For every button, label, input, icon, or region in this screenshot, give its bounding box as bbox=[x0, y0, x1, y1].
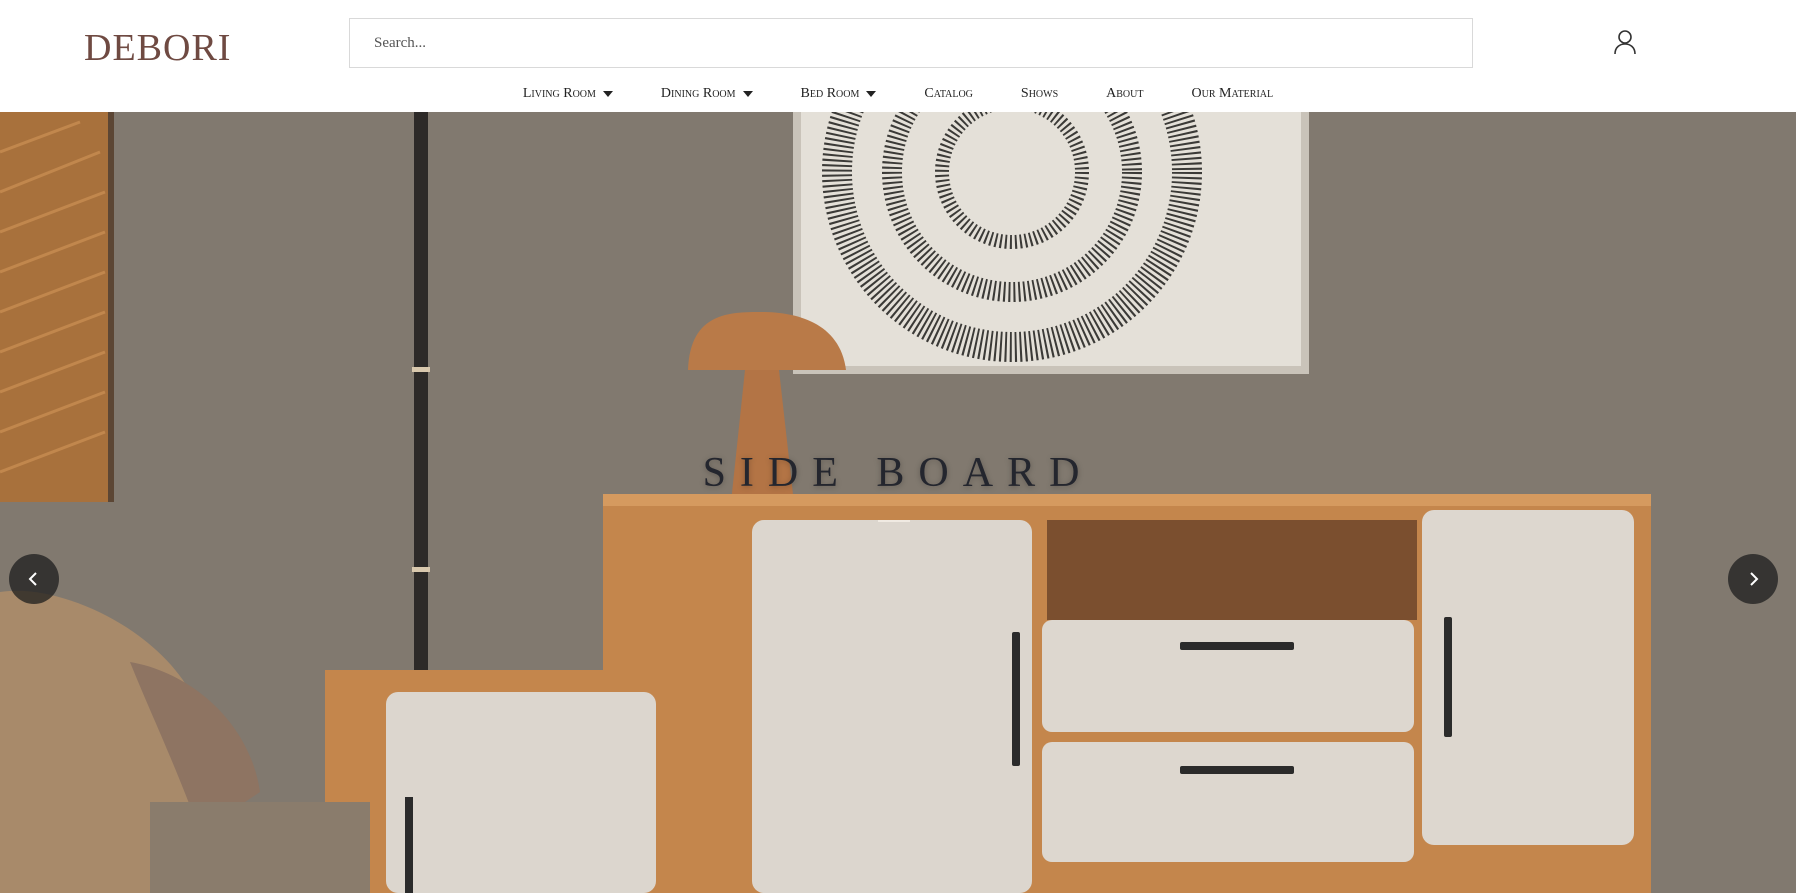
nav-item-label: Bed Room bbox=[800, 86, 860, 101]
nav-item-living-room[interactable]: Living Room bbox=[499, 82, 637, 106]
nav-item-label: Shows bbox=[1020, 86, 1059, 101]
nav-item-label: Dining Room bbox=[660, 86, 736, 101]
user-icon bbox=[1614, 30, 1636, 55]
nav-item-label: Living Room bbox=[522, 86, 596, 101]
nav-item-catalog[interactable]: Catalog bbox=[900, 82, 997, 106]
nav-item-dining-room[interactable]: Dining Room bbox=[637, 82, 777, 106]
search-input[interactable] bbox=[350, 19, 1472, 67]
hero-image bbox=[0, 112, 1796, 893]
nav-item-label: About bbox=[1106, 86, 1144, 101]
hero-slider: SIDE BOARD bbox=[0, 112, 1796, 893]
prev-slide-button[interactable] bbox=[9, 554, 59, 604]
brand-logo[interactable]: DEBORI bbox=[84, 28, 231, 68]
site-header: DEBORI Living Room Dining Room Bed Room … bbox=[0, 0, 1796, 112]
brand-name: DEBORI bbox=[84, 27, 232, 69]
chevron-left-icon bbox=[28, 572, 37, 586]
nav-item-our-material[interactable]: Our Material bbox=[1168, 82, 1298, 106]
nav-item-shows[interactable]: Shows bbox=[997, 82, 1082, 106]
hero-title: SIDE BOARD bbox=[702, 450, 1094, 496]
nav-item-label: Catalog bbox=[924, 86, 973, 101]
chevron-right-icon bbox=[1750, 572, 1759, 586]
caret-down-icon bbox=[742, 91, 753, 97]
caret-down-icon bbox=[602, 91, 613, 97]
nav-item-bed-room[interactable]: Bed Room bbox=[777, 82, 901, 106]
next-slide-button[interactable] bbox=[1728, 554, 1778, 604]
caret-down-icon bbox=[866, 91, 877, 97]
account-button[interactable] bbox=[1611, 28, 1639, 56]
nav-item-about[interactable]: About bbox=[1082, 82, 1167, 106]
main-nav: Living Room Dining Room Bed Room Catalog… bbox=[0, 82, 1796, 106]
search-box[interactable] bbox=[349, 18, 1473, 68]
title-underline bbox=[878, 520, 910, 522]
nav-item-label: Our Material bbox=[1191, 86, 1274, 101]
